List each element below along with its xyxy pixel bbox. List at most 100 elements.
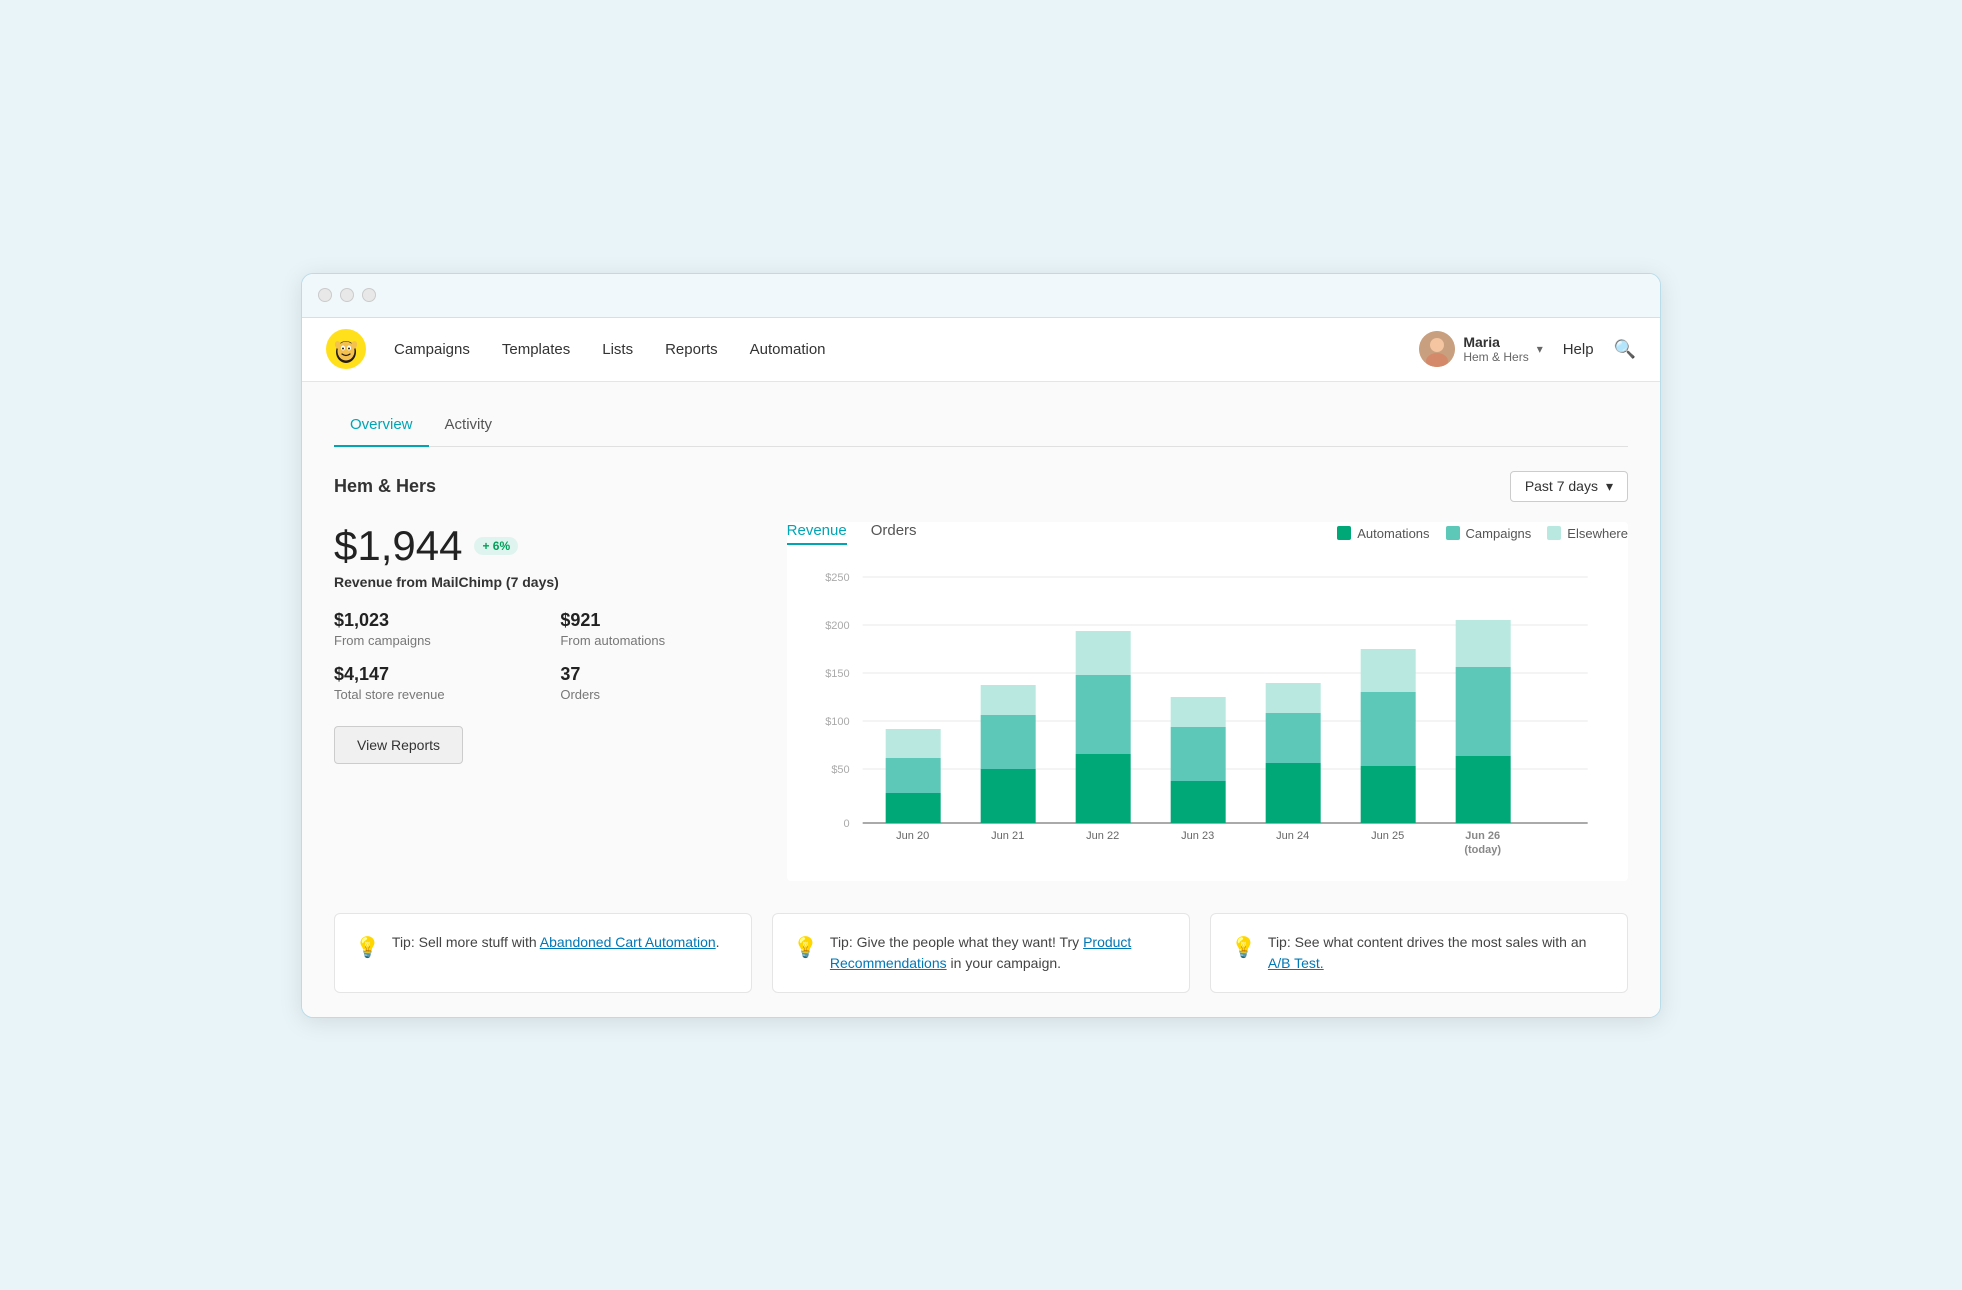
svg-text:Jun 23: Jun 23: [1181, 830, 1214, 842]
bar-jun22-elsewhere: [1075, 631, 1130, 675]
bar-jun21-automations: [980, 769, 1035, 823]
stat-total-store-value: $4,147: [334, 664, 528, 685]
navbar: Campaigns Templates Lists Reports Automa…: [302, 318, 1660, 382]
nav-campaigns[interactable]: Campaigns: [394, 341, 470, 358]
svg-text:Jun 22: Jun 22: [1086, 830, 1119, 842]
bar-jun26-elsewhere: [1455, 620, 1510, 667]
chart-tabs-row: Revenue Orders Automations Campaigns: [787, 522, 1628, 545]
bar-jun24-automations: [1265, 763, 1320, 823]
page-tabs: Overview Activity: [334, 406, 1628, 447]
main-content: Overview Activity Hem & Hers Past 7 days…: [302, 382, 1660, 1017]
tip-text-2: Tip: Give the people what they want! Try…: [830, 932, 1169, 974]
tab-overview[interactable]: Overview: [334, 406, 429, 447]
bar-jun23-campaigns: [1170, 727, 1225, 781]
chart-tab-orders[interactable]: Orders: [871, 522, 917, 545]
stats-grid: $1,023 From campaigns $921 From automati…: [334, 610, 755, 702]
bar-jun22-campaigns: [1075, 675, 1130, 754]
tip-icon-1: 💡: [355, 933, 380, 963]
bar-jun25-elsewhere: [1360, 649, 1415, 692]
svg-text:$250: $250: [825, 572, 849, 584]
chart-legend: Automations Campaigns Elsewhere: [1337, 526, 1628, 541]
tip-link-3[interactable]: A/B Test.: [1268, 955, 1324, 971]
navbar-right: Maria Hem & Hers ▾ Help 🔍: [1419, 331, 1636, 367]
bar-jun20-automations: [885, 793, 940, 823]
help-link[interactable]: Help: [1563, 341, 1594, 358]
tip-text-3: Tip: See what content drives the most sa…: [1268, 932, 1607, 974]
legend-elsewhere-swatch: [1547, 526, 1561, 540]
tip-icon-3: 💡: [1231, 933, 1256, 963]
svg-text:$150: $150: [825, 668, 849, 680]
revenue-label: Revenue from MailChimp (7 days): [334, 574, 755, 590]
user-chevron-icon: ▾: [1537, 342, 1543, 356]
legend-elsewhere-label: Elsewhere: [1567, 526, 1628, 541]
search-icon[interactable]: 🔍: [1614, 339, 1636, 360]
user-org: Hem & Hers: [1463, 350, 1528, 364]
nav-lists[interactable]: Lists: [602, 341, 633, 358]
minimize-button[interactable]: [340, 288, 354, 302]
bar-chart: $250 $200 $150 $100 $50 0: [787, 561, 1628, 881]
chart-panel: Revenue Orders Automations Campaigns: [787, 522, 1628, 881]
date-range-label: Past 7 days: [1525, 478, 1598, 494]
svg-text:$100: $100: [825, 716, 849, 728]
bar-jun26-automations: [1455, 756, 1510, 823]
stat-orders-label: Orders: [560, 687, 754, 702]
svg-text:Jun 20: Jun 20: [896, 830, 929, 842]
legend-campaigns: Campaigns: [1446, 526, 1532, 541]
tip-icon-2: 💡: [793, 933, 818, 963]
svg-text:Jun 26: Jun 26: [1465, 830, 1500, 842]
chart-tab-revenue[interactable]: Revenue: [787, 522, 847, 545]
date-range-chevron-icon: ▾: [1606, 478, 1613, 495]
bar-jun21-campaigns: [980, 715, 1035, 769]
stat-orders: 37 Orders: [560, 664, 754, 702]
bar-jun23-elsewhere: [1170, 697, 1225, 727]
tips-grid: 💡 Tip: Sell more stuff with Abandoned Ca…: [334, 913, 1628, 993]
close-button[interactable]: [318, 288, 332, 302]
user-name: Maria: [1463, 334, 1528, 350]
avatar: [1419, 331, 1455, 367]
bar-jun21-elsewhere: [980, 685, 1035, 715]
nav-automation[interactable]: Automation: [750, 341, 826, 358]
svg-text:$200: $200: [825, 620, 849, 632]
main-grid: $1,944 + 6% Revenue from MailChimp (7 da…: [334, 522, 1628, 881]
user-menu[interactable]: Maria Hem & Hers ▾: [1419, 331, 1542, 367]
user-details: Maria Hem & Hers: [1463, 334, 1528, 364]
revenue-change-badge: + 6%: [474, 537, 518, 555]
svg-text:Jun 24: Jun 24: [1276, 830, 1309, 842]
svg-text:Jun 21: Jun 21: [991, 830, 1024, 842]
main-nav: Campaigns Templates Lists Reports Automa…: [394, 341, 1419, 358]
bar-jun26-campaigns: [1455, 667, 1510, 756]
bar-jun25-campaigns: [1360, 692, 1415, 766]
tip-text-1: Tip: Sell more stuff with Abandoned Cart…: [392, 932, 720, 953]
bar-jun24-campaigns: [1265, 713, 1320, 763]
nav-templates[interactable]: Templates: [502, 341, 570, 358]
legend-campaigns-swatch: [1446, 526, 1460, 540]
svg-text:Jun 25: Jun 25: [1371, 830, 1404, 842]
bar-jun25-automations: [1360, 766, 1415, 823]
date-range-button[interactable]: Past 7 days ▾: [1510, 471, 1628, 502]
maximize-button[interactable]: [362, 288, 376, 302]
stat-automations-label: From automations: [560, 633, 754, 648]
legend-automations: Automations: [1337, 526, 1429, 541]
logo[interactable]: [326, 329, 366, 369]
bar-jun20-elsewhere: [885, 729, 940, 758]
svg-text:(today): (today): [1464, 844, 1501, 856]
svg-text:$50: $50: [831, 764, 849, 776]
bar-jun20-campaigns: [885, 758, 940, 793]
tab-activity[interactable]: Activity: [429, 406, 509, 447]
view-reports-button[interactable]: View Reports: [334, 726, 463, 764]
app-window: Campaigns Templates Lists Reports Automa…: [301, 273, 1661, 1018]
stat-total-store: $4,147 Total store revenue: [334, 664, 528, 702]
nav-reports[interactable]: Reports: [665, 341, 718, 358]
stat-campaigns-value: $1,023: [334, 610, 528, 631]
svg-text:0: 0: [843, 818, 849, 830]
tip-card-1: 💡 Tip: Sell more stuff with Abandoned Ca…: [334, 913, 752, 993]
bar-jun23-automations: [1170, 781, 1225, 823]
tip-link-1[interactable]: Abandoned Cart Automation: [540, 934, 716, 950]
legend-automations-swatch: [1337, 526, 1351, 540]
section-header: Hem & Hers Past 7 days ▾: [334, 471, 1628, 502]
legend-automations-label: Automations: [1357, 526, 1429, 541]
section-title: Hem & Hers: [334, 476, 436, 497]
titlebar: [302, 274, 1660, 318]
legend-campaigns-label: Campaigns: [1466, 526, 1532, 541]
tip-card-3: 💡 Tip: See what content drives the most …: [1210, 913, 1628, 993]
